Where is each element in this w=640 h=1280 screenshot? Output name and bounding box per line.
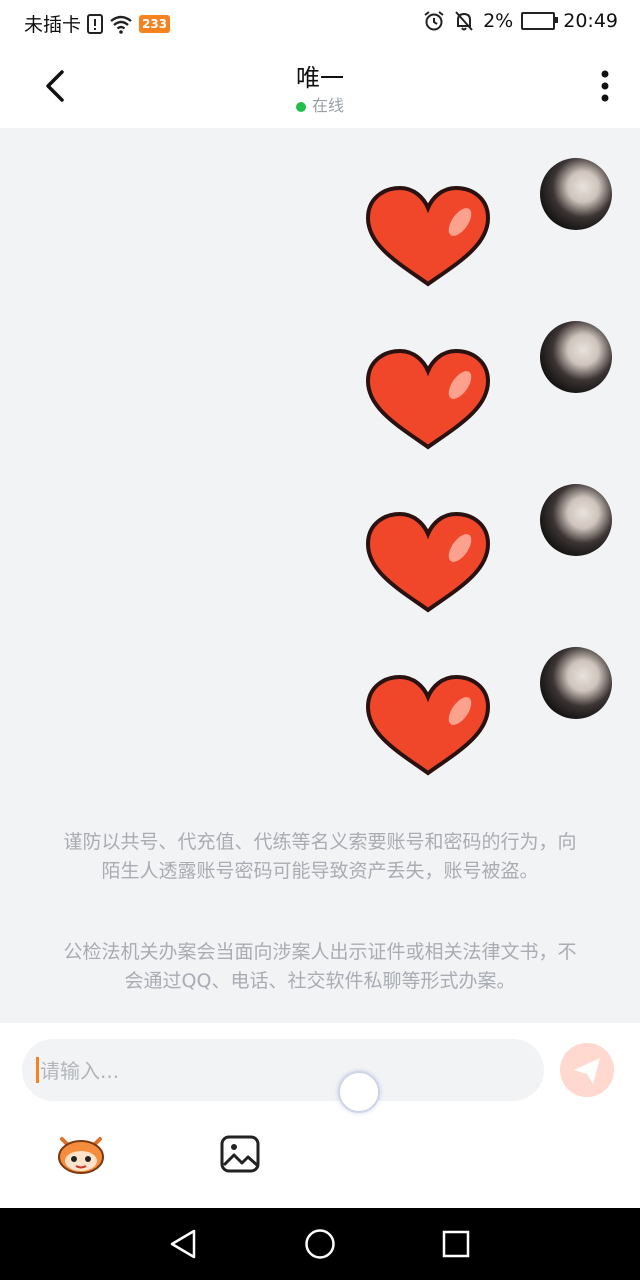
avatar[interactable]: [540, 484, 612, 556]
heart-sticker-icon[interactable]: [360, 184, 496, 292]
input-placeholder: 请输入...: [40, 1059, 120, 1083]
text-caret: [36, 1057, 39, 1083]
heart-sticker-icon[interactable]: [360, 347, 496, 455]
wifi-icon: [110, 15, 132, 34]
presence-label: 在线: [311, 96, 344, 115]
message-row: [0, 321, 640, 471]
more-vertical-icon[interactable]: [600, 68, 610, 104]
mute-bell-icon: [455, 11, 473, 31]
contact-name: 唯一: [296, 64, 344, 92]
message-input[interactable]: 请输入...: [22, 1039, 544, 1101]
status-left: 未插卡 233: [24, 10, 171, 37]
presence-status: 在线: [0, 92, 640, 116]
avatar[interactable]: [540, 647, 612, 719]
emoji-mascot-icon[interactable]: [54, 1131, 108, 1175]
nav-back-icon[interactable]: [168, 1228, 198, 1260]
avatar[interactable]: [540, 321, 612, 393]
legal-notice: 公检法机关办案会当面向涉案人出示证件或相关法律文书，不会通过QQ、电话、社交软件…: [63, 941, 577, 992]
clock: 20:49: [563, 10, 618, 32]
status-right: 2% 20:49: [423, 10, 618, 32]
message-row: [0, 647, 640, 797]
message-row: [0, 484, 640, 634]
heart-sticker-icon[interactable]: [360, 673, 496, 781]
alarm-icon: [424, 11, 444, 31]
send-icon[interactable]: [560, 1043, 614, 1097]
message-row: [0, 158, 640, 308]
heart-sticker-icon[interactable]: [360, 510, 496, 618]
image-icon[interactable]: [220, 1135, 260, 1173]
status-bar: 未插卡 233 2% 20:49: [0, 0, 640, 44]
avatar[interactable]: [540, 158, 612, 230]
online-dot-icon: [295, 101, 306, 112]
notification-badge: 233: [139, 14, 171, 33]
sim-alert-icon: [87, 13, 104, 34]
nav-home-icon[interactable]: [304, 1228, 336, 1260]
battery-percent: 2%: [483, 10, 514, 32]
system-nav-bar: [0, 1208, 640, 1280]
battery-icon: [521, 12, 559, 30]
safety-notice: 谨防以共号、代充值、代练等名义索要账号和密码的行为，向陌生人透露账号密码可能导致…: [63, 831, 577, 882]
chat-header: 唯一 在线: [0, 44, 640, 128]
composer: 请输入...: [0, 1023, 640, 1208]
message-list[interactable]: 谨防以共号、代充值、代练等名义索要账号和密码的行为，向陌生人透露账号密码可能导致…: [0, 128, 640, 1023]
carrier-label: 未插卡: [24, 14, 82, 36]
loading-indicator-icon: [338, 1071, 380, 1113]
nav-recent-apps-icon[interactable]: [442, 1230, 470, 1258]
